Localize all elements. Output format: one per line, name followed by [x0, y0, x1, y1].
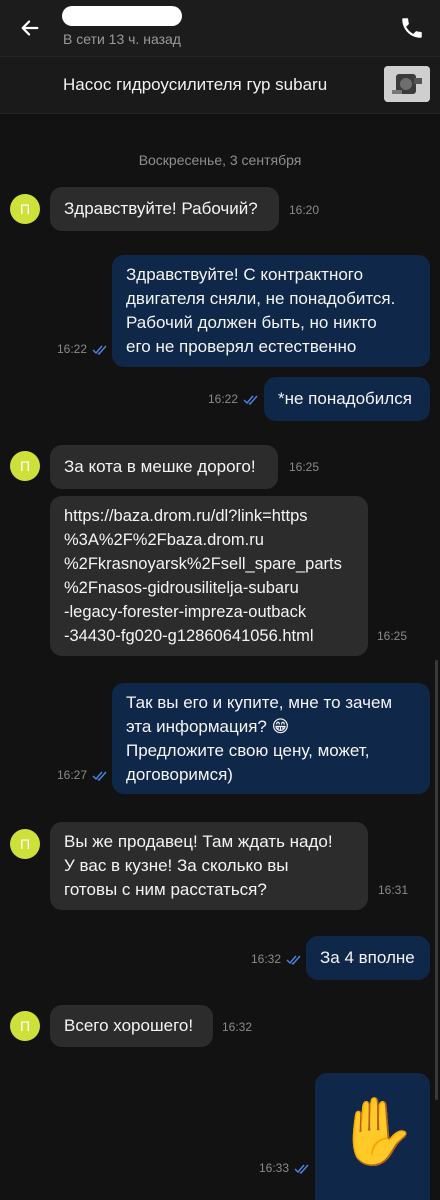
message-bubble-incoming[interactable]: Вы же продавец! Там ждать надо! У вас в …	[50, 822, 368, 910]
message-time: 16:27	[57, 768, 88, 782]
message-time: 16:20	[289, 203, 320, 217]
message-time: 16:25	[377, 629, 408, 643]
message-time: 16:32	[222, 1020, 253, 1034]
listing-bar[interactable]: Насос гидроусилителя гур subaru	[0, 56, 440, 114]
message-bubble-incoming[interactable]: Здравствуйте! Рабочий?	[50, 187, 279, 231]
read-ticks-icon	[92, 345, 107, 355]
message-status: 16:32	[251, 952, 302, 966]
message-text: Всего хорошего!	[64, 1016, 194, 1035]
sender-avatar[interactable]: П	[10, 1011, 40, 1041]
sender-avatar[interactable]: П	[10, 829, 40, 859]
date-separator: Воскресенье, 3 сентября	[138, 152, 302, 168]
message-bubble-incoming[interactable]: За кота в мешке дорого!	[50, 445, 278, 489]
message-time: 16:22	[208, 392, 239, 406]
read-ticks-icon	[294, 1164, 309, 1174]
message-link[interactable]: https://baza.drom.ru/dl?link=https %3A%2…	[64, 504, 354, 648]
message-bubble-incoming[interactable]: Всего хорошего!	[50, 1005, 213, 1047]
sender-avatar[interactable]: П	[10, 194, 40, 224]
message-time: 16:31	[378, 883, 409, 897]
sender-avatar[interactable]: П	[10, 451, 40, 481]
message-text: Здравствуйте! С контрактного двигателя с…	[126, 265, 396, 356]
message-text: Вы же продавец! Там ждать надо! У вас в …	[64, 832, 333, 899]
call-button[interactable]	[392, 8, 432, 48]
contact-name-redacted[interactable]	[62, 6, 182, 26]
message-time: 16:22	[57, 342, 88, 356]
raised-hand-emoji: ✋	[335, 1094, 418, 1168]
message-bubble-outgoing[interactable]: Здравствуйте! С контрактного двигателя с…	[112, 255, 430, 367]
message-text: За кота в мешке дорого!	[64, 457, 256, 476]
contact-status: В сети 13 ч. назад	[63, 31, 181, 47]
message-time: 16:32	[251, 952, 282, 966]
message-status: 16:22	[57, 342, 108, 356]
read-ticks-icon	[92, 771, 107, 781]
message-text: За 4 вполне	[320, 948, 415, 967]
message-bubble-outgoing[interactable]: ✋	[315, 1073, 430, 1200]
listing-thumbnail[interactable]	[384, 66, 430, 102]
message-text: Так вы его и купите, мне то зачем эта ин…	[126, 693, 393, 784]
message-bubble-incoming[interactable]: https://baza.drom.ru/dl?link=https %3A%2…	[50, 496, 368, 656]
back-button[interactable]	[10, 8, 50, 48]
message-text: *не понадобился	[278, 389, 412, 408]
scrollbar[interactable]	[435, 660, 438, 1100]
listing-title: Насос гидроусилителя гур subaru	[63, 75, 328, 94]
chat-header: В сети 13 ч. назад	[0, 0, 440, 56]
message-time: 16:25	[289, 460, 320, 474]
arrow-left-icon	[21, 20, 39, 36]
message-text: Здравствуйте! Рабочий?	[64, 199, 258, 218]
message-bubble-outgoing[interactable]: Так вы его и купите, мне то зачем эта ин…	[112, 683, 430, 794]
phone-icon	[402, 18, 422, 38]
message-status: 16:33	[259, 1161, 310, 1175]
read-ticks-icon	[243, 395, 258, 405]
message-status: 16:22	[208, 392, 259, 406]
read-ticks-icon	[286, 955, 301, 965]
message-status: 16:27	[57, 768, 108, 782]
message-bubble-outgoing[interactable]: За 4 вполне	[306, 936, 430, 980]
message-time: 16:33	[259, 1161, 290, 1175]
message-bubble-outgoing[interactable]: *не понадобился	[264, 377, 430, 421]
